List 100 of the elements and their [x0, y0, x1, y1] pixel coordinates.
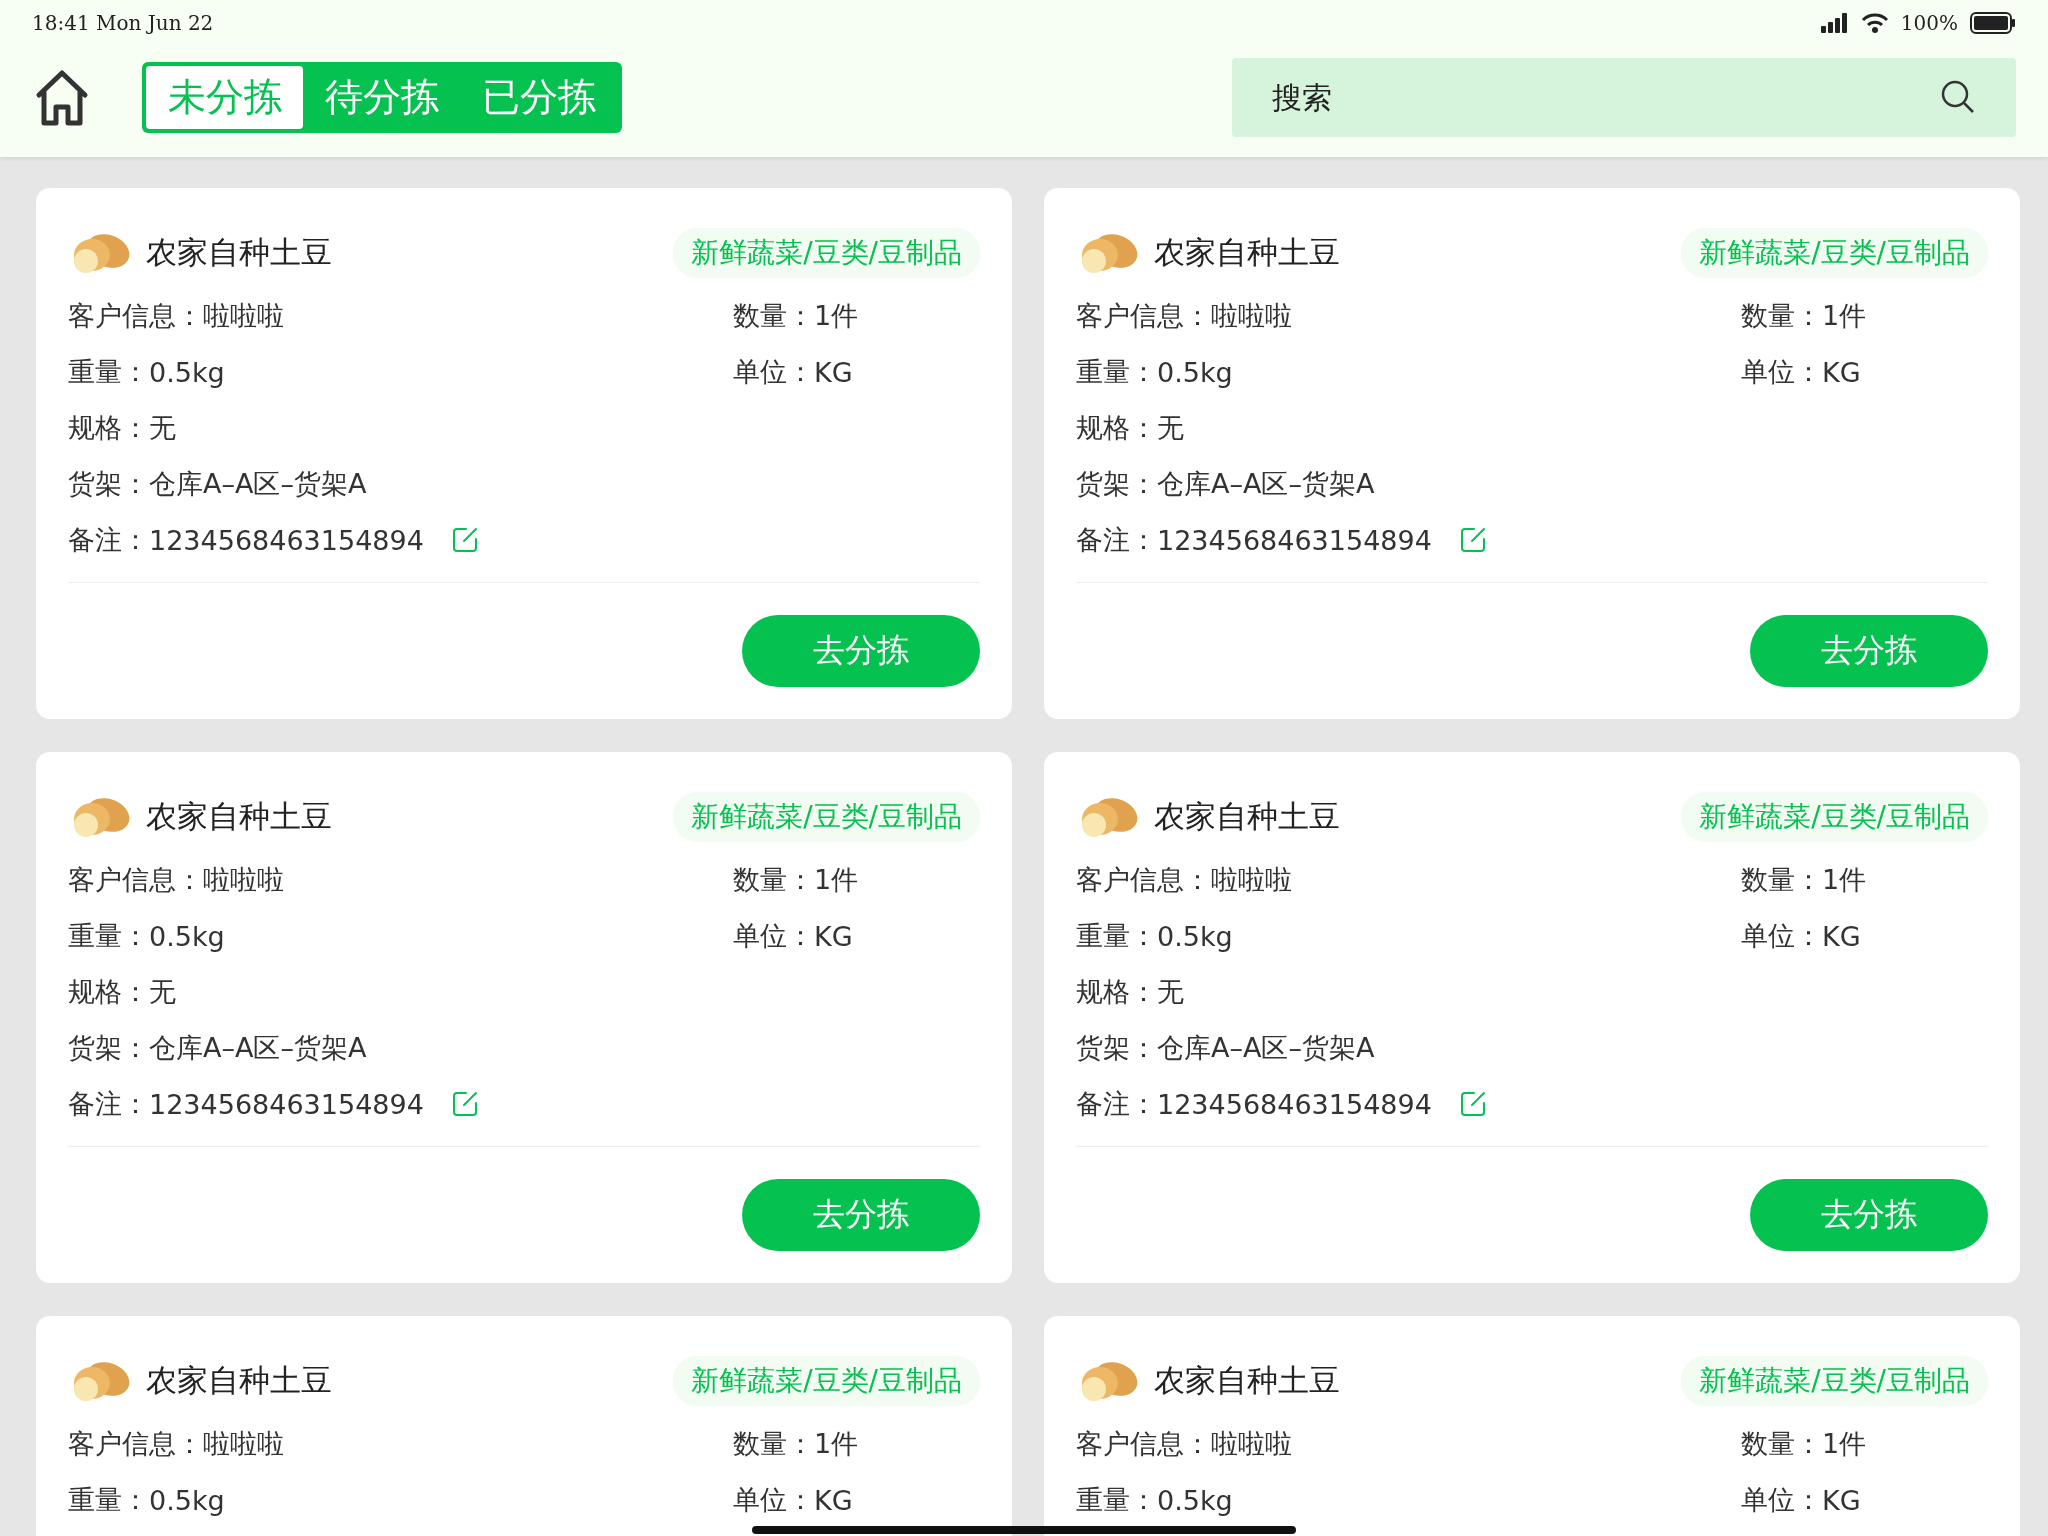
field-label: 规格：	[1076, 411, 1157, 445]
field-label: 备注：	[1076, 523, 1157, 557]
field-value: 仓库A–A区–货架A	[1157, 467, 1375, 501]
field-value: 啦啦啦	[203, 1427, 284, 1461]
field-label: 单位：	[733, 355, 814, 389]
field-value: KG	[814, 1484, 853, 1516]
field-label: 货架：	[68, 467, 149, 501]
category-tag: 新鲜蔬菜/豆类/豆制品	[1681, 228, 1988, 278]
field-label: 数量：	[733, 1427, 814, 1461]
field-value: 1234568463154894	[1157, 524, 1432, 556]
field-value: 1234568463154894	[149, 524, 424, 556]
field-value: 1件	[814, 1427, 859, 1461]
field-value: 无	[149, 975, 176, 1009]
field-label: 客户信息：	[1076, 299, 1211, 333]
field-value: 1件	[1822, 863, 1867, 897]
signal-icon	[1820, 13, 1849, 33]
tab[interactable]: 已分拣	[460, 66, 618, 129]
tab[interactable]: 待分拣	[303, 66, 461, 129]
edit-icon[interactable]	[1459, 527, 1486, 553]
field-label: 货架：	[1076, 467, 1157, 501]
field-value: 0.5kg	[149, 1484, 225, 1516]
field-label: 货架：	[1076, 1031, 1157, 1065]
field-value: 1件	[814, 299, 859, 333]
field-label: 重量：	[68, 1483, 149, 1517]
field-label: 单位：	[733, 919, 814, 953]
field-label: 数量：	[1741, 863, 1822, 897]
tab[interactable]: 未分拣	[146, 66, 304, 129]
field-label: 客户信息：	[68, 1427, 203, 1461]
product-title: 农家自种土豆	[146, 797, 332, 836]
field-label: 备注：	[1076, 1087, 1157, 1121]
field-value: KG	[1822, 356, 1861, 388]
field-value: 无	[149, 411, 176, 445]
field-label: 单位：	[1741, 919, 1822, 953]
field-value: 啦啦啦	[203, 863, 284, 897]
product-title: 农家自种土豆	[146, 1361, 332, 1400]
field-label: 数量：	[1741, 299, 1822, 333]
field-label: 备注：	[68, 1087, 149, 1121]
field-value: 无	[1157, 411, 1184, 445]
field-value: 1234568463154894	[1157, 1088, 1432, 1120]
edit-icon[interactable]	[451, 1091, 478, 1117]
battery-icon	[1970, 12, 2016, 34]
field-label: 客户信息：	[1076, 863, 1211, 897]
search-icon	[1940, 79, 1976, 115]
product-title: 农家自种土豆	[1154, 797, 1340, 836]
field-value: 1件	[1822, 1427, 1867, 1461]
field-value: 无	[1157, 975, 1184, 1009]
field-label: 规格：	[1076, 975, 1157, 1009]
field-value: KG	[814, 356, 853, 388]
field-label: 客户信息：	[1076, 1427, 1211, 1461]
category-tag: 新鲜蔬菜/豆类/豆制品	[1681, 1356, 1988, 1406]
field-value: KG	[1822, 920, 1861, 952]
field-label: 客户信息：	[68, 863, 203, 897]
field-label: 单位：	[733, 1483, 814, 1517]
product-title: 农家自种土豆	[1154, 233, 1340, 272]
field-value: 1件	[814, 863, 859, 897]
category-tag: 新鲜蔬菜/豆类/豆制品	[673, 228, 980, 278]
field-value: 仓库A–A区–货架A	[1157, 1031, 1375, 1065]
edit-icon[interactable]	[451, 527, 478, 553]
home-icon	[34, 68, 90, 127]
field-label: 数量：	[733, 299, 814, 333]
field-value: 啦啦啦	[1211, 299, 1292, 333]
category-tag: 新鲜蔬菜/豆类/豆制品	[673, 1356, 980, 1406]
field-label: 备注：	[68, 523, 149, 557]
field-value: 0.5kg	[1157, 920, 1233, 952]
search-field[interactable]: 搜索	[1232, 58, 2016, 137]
field-label: 数量：	[733, 863, 814, 897]
field-label: 客户信息：	[68, 299, 203, 333]
field-label: 货架：	[68, 1031, 149, 1065]
field-value: 啦啦啦	[1211, 863, 1292, 897]
sort-button[interactable]: 去分拣	[1750, 615, 1988, 687]
field-value: 仓库A–A区–货架A	[149, 1031, 367, 1065]
field-label: 重量：	[68, 355, 149, 389]
field-label: 规格：	[68, 411, 149, 445]
product-title: 农家自种土豆	[146, 233, 332, 272]
field-value: 0.5kg	[1157, 1484, 1233, 1516]
product-title: 农家自种土豆	[1154, 1361, 1340, 1400]
category-tag: 新鲜蔬菜/豆类/豆制品	[673, 792, 980, 842]
category-tag: 新鲜蔬菜/豆类/豆制品	[1681, 792, 1988, 842]
field-label: 重量：	[1076, 355, 1157, 389]
field-value: 0.5kg	[149, 356, 225, 388]
field-value: 啦啦啦	[203, 299, 284, 333]
field-label: 重量：	[1076, 919, 1157, 953]
status-time: 18:41 Mon Jun 22	[32, 11, 214, 35]
field-value: 仓库A–A区–货架A	[149, 467, 367, 501]
field-value: 1234568463154894	[149, 1088, 424, 1120]
field-label: 重量：	[1076, 1483, 1157, 1517]
field-label: 数量：	[1741, 1427, 1822, 1461]
sort-button[interactable]: 去分拣	[742, 615, 980, 687]
field-value: 0.5kg	[149, 920, 225, 952]
field-value: 啦啦啦	[1211, 1427, 1292, 1461]
field-value: 0.5kg	[1157, 356, 1233, 388]
wifi-icon	[1860, 13, 1889, 33]
field-label: 重量：	[68, 919, 149, 953]
field-label: 单位：	[1741, 1483, 1822, 1517]
field-label: 规格：	[68, 975, 149, 1009]
sort-button[interactable]: 去分拣	[1750, 1179, 1988, 1251]
edit-icon[interactable]	[1459, 1091, 1486, 1117]
sort-button[interactable]: 去分拣	[742, 1179, 980, 1251]
field-value: KG	[1822, 1484, 1861, 1516]
field-value: KG	[814, 920, 853, 952]
